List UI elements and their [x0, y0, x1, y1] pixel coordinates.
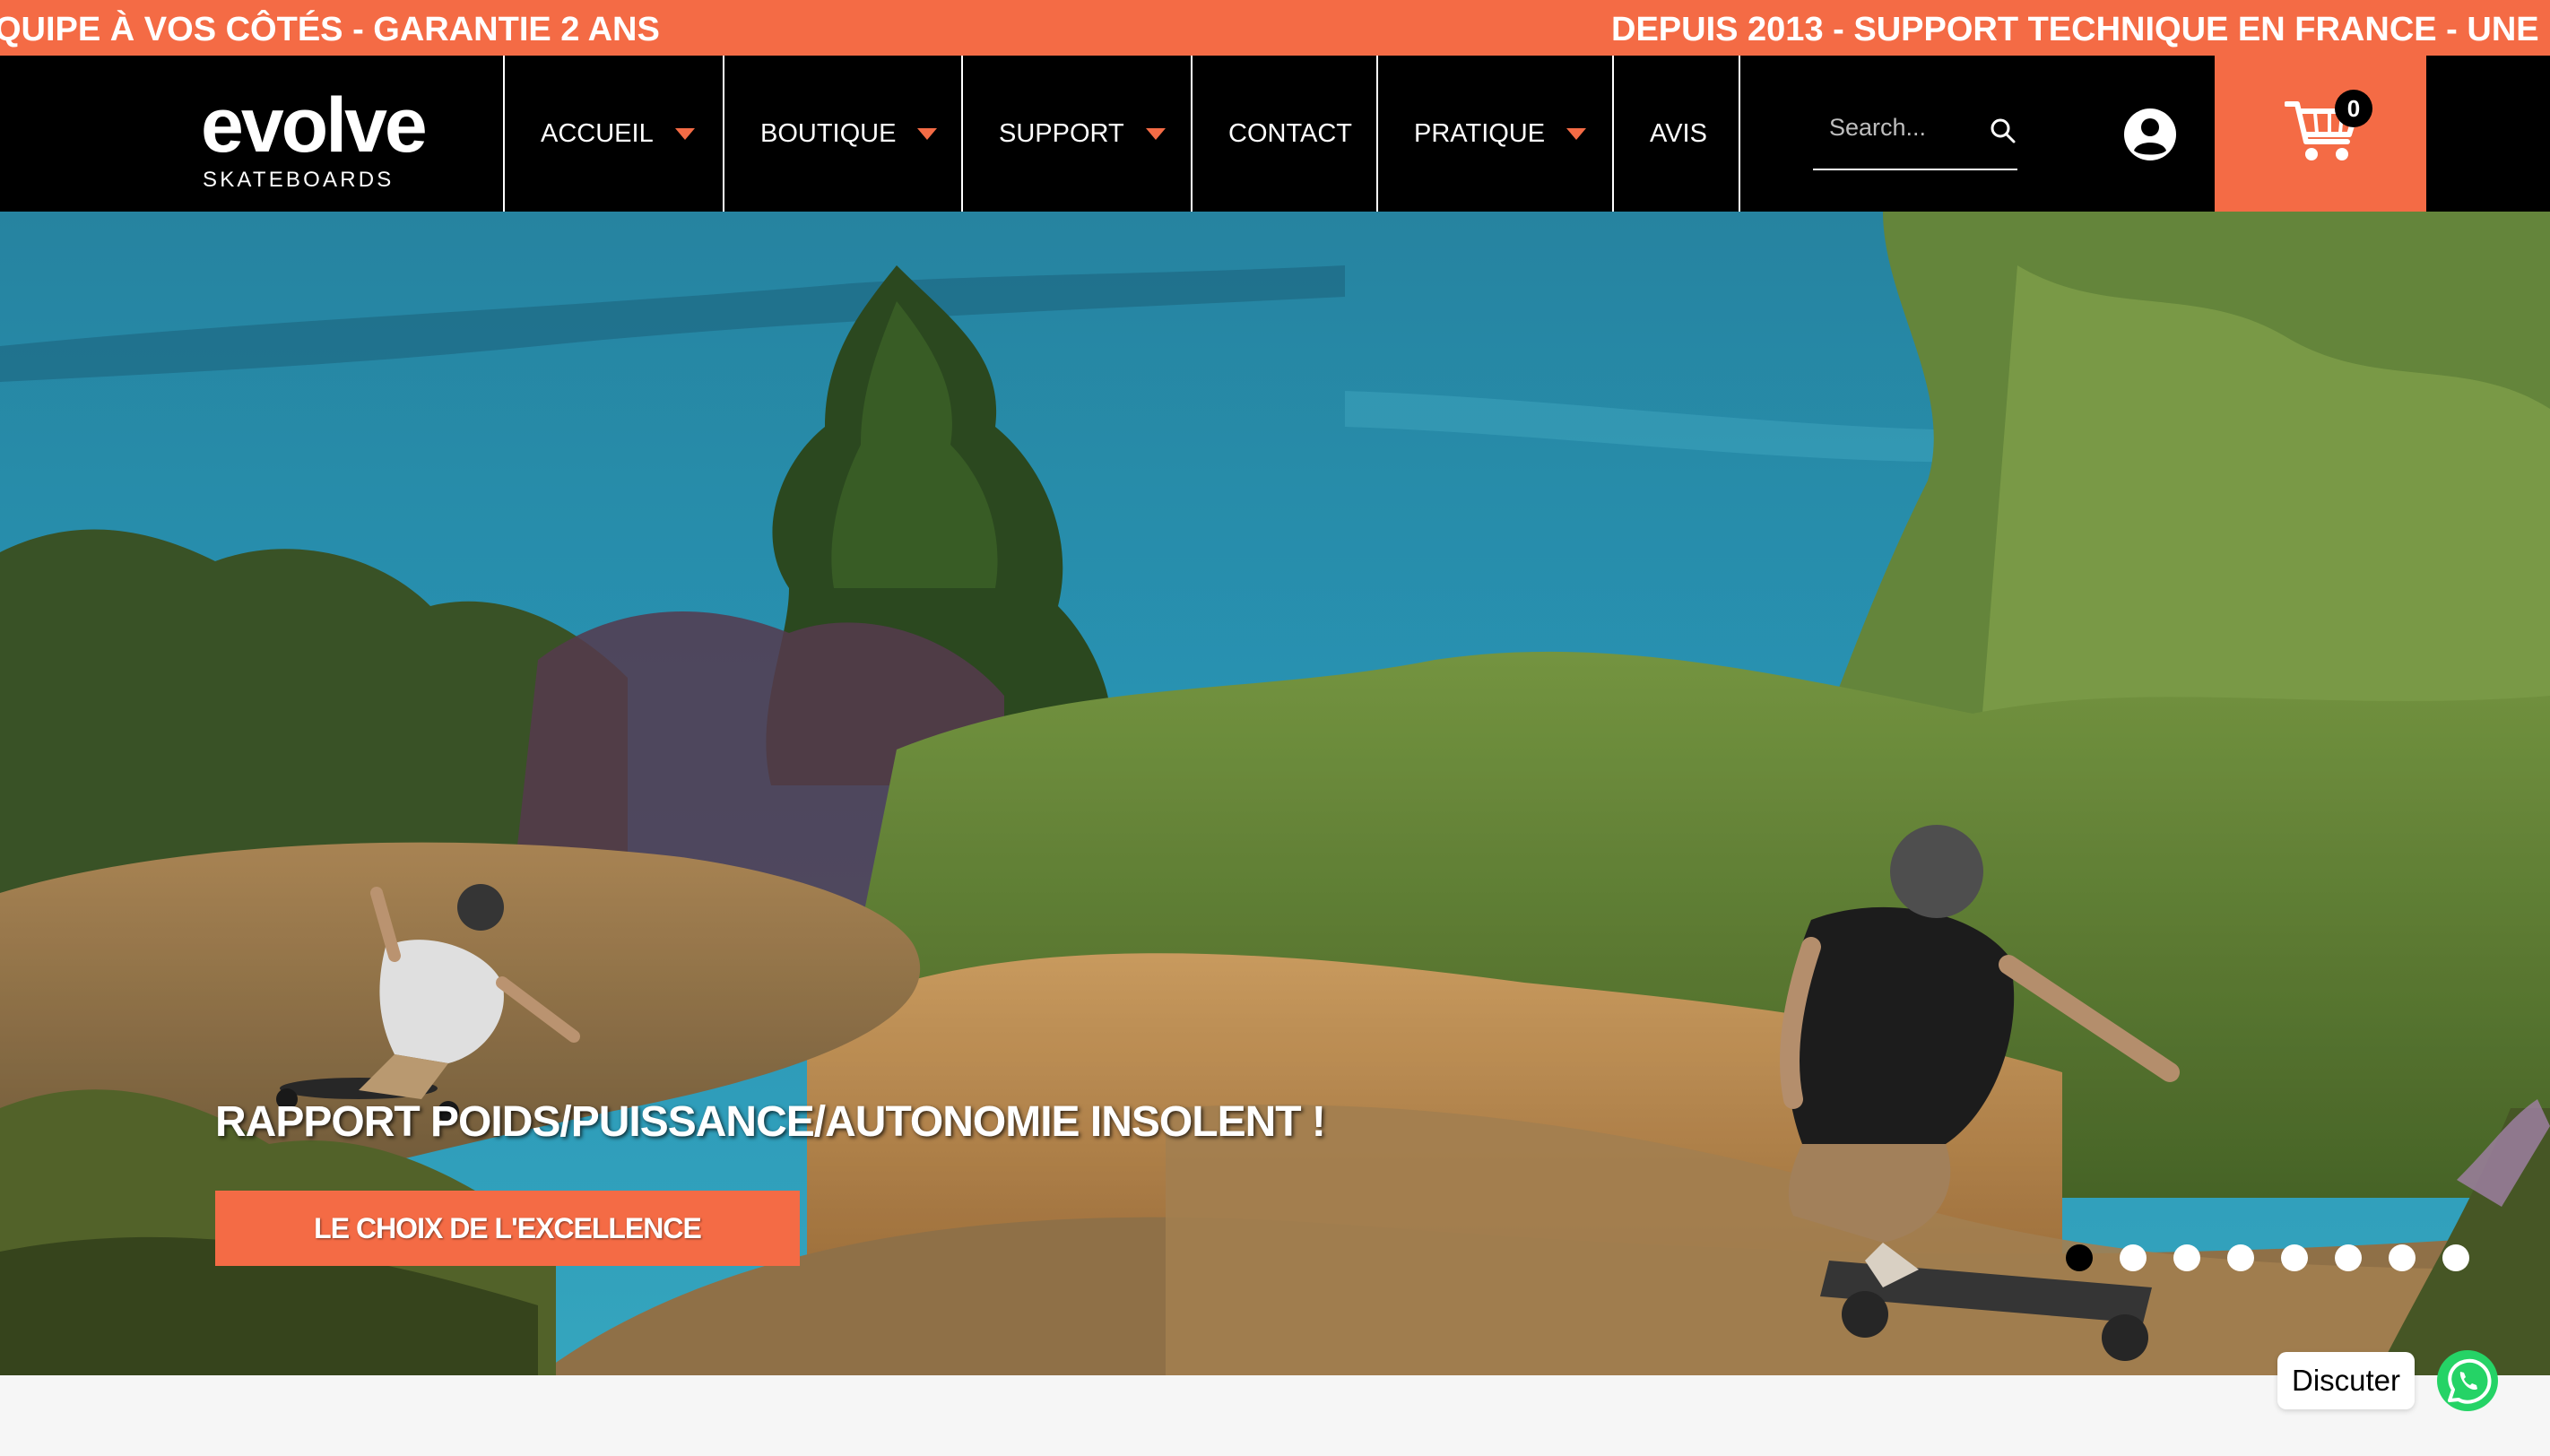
- slider-dots: [2066, 1244, 2469, 1271]
- slider-dot[interactable]: [2442, 1244, 2469, 1271]
- whatsapp-icon[interactable]: [2435, 1348, 2500, 1413]
- nav-label: ACCUEIL: [541, 118, 654, 148]
- caret-down-icon: [674, 127, 695, 140]
- nav-item-contact[interactable]: CONTACT: [1191, 56, 1376, 212]
- nav-item-support[interactable]: SUPPORT: [961, 56, 1191, 212]
- nav-item-avis[interactable]: AVIS: [1612, 56, 1740, 212]
- announcement-bar: QUIPE À VOS CÔTÉS - GARANTIE 2 ANS DEPUI…: [0, 0, 2550, 56]
- nav-item-boutique[interactable]: BOUTIQUE: [723, 56, 961, 212]
- slider-dot[interactable]: [2281, 1244, 2308, 1271]
- logo-wordmark: evolve: [201, 82, 428, 169]
- slider-dot[interactable]: [2066, 1244, 2093, 1271]
- search-box: [1813, 93, 2017, 170]
- slider-dot[interactable]: [2389, 1244, 2416, 1271]
- caret-down-icon: [1145, 127, 1166, 140]
- slider-dot[interactable]: [2335, 1244, 2362, 1271]
- nav-label: PRATIQUE: [1414, 118, 1546, 148]
- page-content-area: [0, 1375, 2550, 1456]
- nav-label: BOUTIQUE: [760, 118, 897, 148]
- brand-logo[interactable]: evolve SKATEBOARDS: [201, 82, 434, 192]
- nav-label: SUPPORT: [999, 118, 1124, 148]
- slider-dot[interactable]: [2120, 1244, 2147, 1271]
- cart-button[interactable]: 0: [2215, 56, 2426, 212]
- nav-label: AVIS: [1650, 118, 1707, 148]
- nav-label: CONTACT: [1228, 118, 1353, 148]
- caret-down-icon: [1566, 127, 1587, 140]
- slider-dot[interactable]: [2173, 1244, 2200, 1271]
- user-circle-icon[interactable]: [2123, 108, 2177, 161]
- announcement-text-left: QUIPE À VOS CÔTÉS - GARANTIE 2 ANS: [0, 11, 660, 48]
- hero-headline: RAPPORT POIDS/PUISSANCE/AUTONOMIE INSOLE…: [215, 1098, 1326, 1146]
- slider-dot[interactable]: [2227, 1244, 2254, 1271]
- logo-subtitle: SKATEBOARDS: [203, 168, 395, 192]
- caret-down-icon: [917, 127, 938, 140]
- nav-item-accueil[interactable]: ACCUEIL: [503, 56, 723, 212]
- hero-cta-button[interactable]: LE CHOIX DE L'EXCELLENCE: [215, 1191, 800, 1266]
- search-icon[interactable]: [1989, 117, 2017, 145]
- site-header: evolve SKATEBOARDS ACCUEIL BOUTIQUE SUPP…: [0, 56, 2550, 212]
- cart-count-badge: 0: [2335, 90, 2372, 127]
- search-input[interactable]: [1829, 108, 1982, 147]
- hero-slider: RAPPORT POIDS/PUISSANCE/AUTONOMIE INSOLE…: [0, 212, 2550, 1375]
- announcement-text-right: DEPUIS 2013 - SUPPORT TECHNIQUE EN FRANC…: [1611, 11, 2550, 48]
- nav-item-pratique[interactable]: PRATIQUE: [1376, 56, 1612, 212]
- main-nav: ACCUEIL BOUTIQUE SUPPORT CONTACT PRATIQU…: [503, 56, 1740, 212]
- chat-label-button[interactable]: Discuter: [2277, 1352, 2416, 1409]
